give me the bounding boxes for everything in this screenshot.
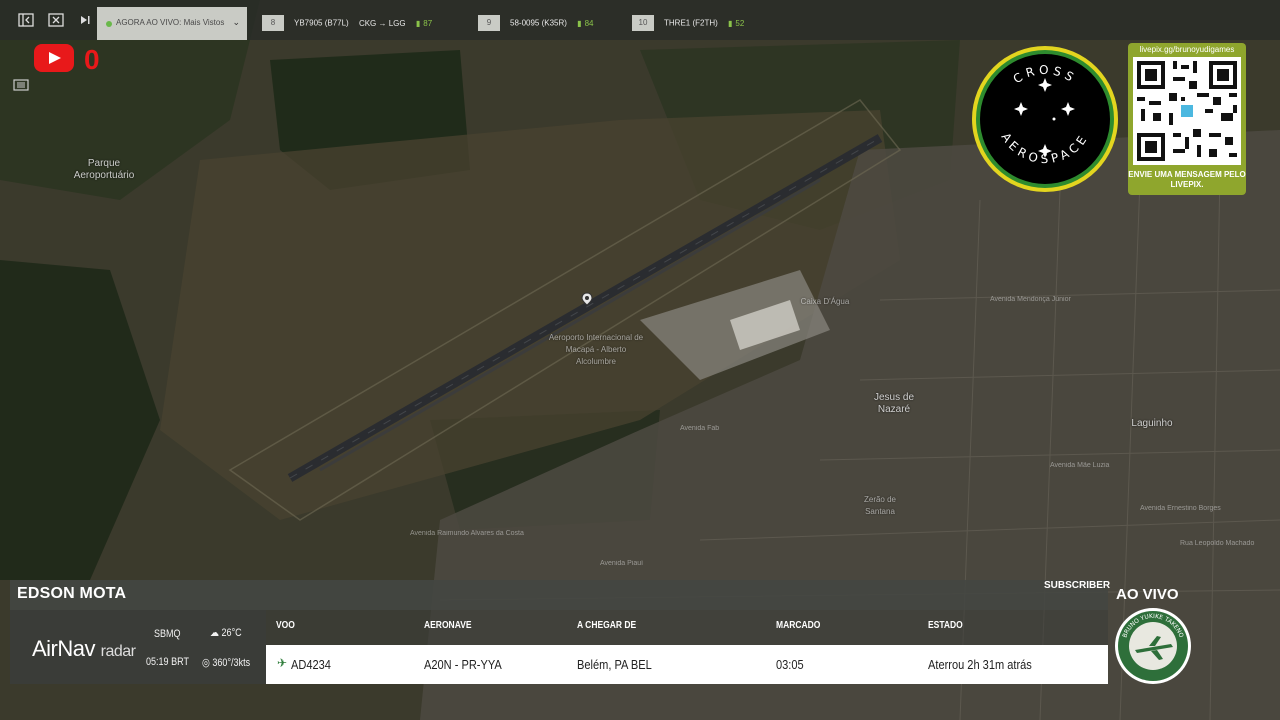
cross-aerospace-badge: CROSS AEROSPACE	[972, 46, 1118, 192]
youtube-count: 0	[84, 44, 100, 75]
flight-signal: 87	[423, 18, 433, 28]
wind: ◎ 360°/3kts	[202, 656, 250, 669]
flight-callsign: 58-0095 (K35R)	[510, 18, 567, 28]
subscriber-label: SUBSCRIBER	[1044, 580, 1111, 591]
flight-signal: 84	[584, 18, 594, 28]
wind-value: 360°/3kts	[212, 657, 251, 669]
map-label-caixa: Caixa D'Água	[800, 297, 850, 306]
cell-origem: Belém, PA BEL	[577, 657, 652, 672]
cloud-icon: ☁	[210, 627, 220, 639]
street-label: Avenida Fab	[680, 425, 720, 432]
flight-tab[interactable]: 8 YB7905 (B77L) CKG → LGG ▮ 87	[262, 15, 432, 31]
airnav-brand-sub: radar	[100, 643, 136, 660]
header-origem: A CHEGAR DE	[577, 620, 637, 631]
map-label-jesus: Jesus de Nazaré	[873, 392, 915, 415]
name-bar	[10, 580, 1108, 610]
sidebar-toggle-icon[interactable]	[18, 13, 34, 29]
street-label: Rua Leopoldo Machado	[1180, 540, 1255, 547]
map-label-park: Parque Aeroportuário	[73, 158, 135, 181]
map-pin-icon[interactable]	[581, 292, 593, 306]
livepix-qr-panel[interactable]: livepix.gg/brunoyudigames ENVIE UMA MENS…	[1128, 43, 1246, 195]
table-header: VOO AERONAVE A CHEGAR DE MARCADO ESTADO	[266, 613, 1108, 643]
header-aeronave: AERONAVE	[424, 620, 472, 631]
live-now-tab[interactable]: AGORA AO VIVO: Mais Vistos ⌄	[97, 7, 247, 40]
live-tab-label: AGORA AO VIVO: Mais Vistos	[116, 18, 225, 27]
flight-tab[interactable]: 10 THRE1 (F2TH) ▮ 52	[632, 15, 744, 31]
signal-icon: ▮	[728, 18, 733, 28]
header-marcado: MARCADO	[776, 620, 821, 631]
flight-tab[interactable]: 9 58-0095 (K35R) ▮ 84	[478, 15, 593, 31]
youtube-play-icon	[34, 44, 74, 72]
map-label-zerao: Zerão de Santana	[863, 495, 897, 516]
wind-icon: ◎	[202, 657, 210, 669]
cell-marcado: 03:05	[776, 657, 804, 672]
close-box-icon[interactable]	[48, 13, 64, 29]
street-label: Avenida Ernestino Borges	[1140, 505, 1221, 512]
street-label: Avenida Mendonça Júnior	[990, 296, 1071, 303]
local-time: 05:19 BRT	[146, 656, 189, 668]
airnav-brand: AirNav	[32, 636, 96, 661]
airport-code: SBMQ	[154, 628, 181, 640]
livepix-url: livepix.gg/brunoyudigames	[1139, 45, 1235, 54]
qr-code[interactable]	[1133, 57, 1241, 165]
signal-icon: ▮	[415, 18, 421, 28]
flight-route: CKG → LGG	[358, 18, 406, 28]
flight-signal: 52	[735, 18, 745, 28]
live-label: AO VIVO	[1116, 586, 1179, 603]
flight-rank: 10	[632, 15, 654, 31]
flight-callsign: YB7905 (B77L)	[294, 18, 349, 28]
stream-screen: Parque Aeroportuário Aeroporto Internaci…	[0, 0, 1280, 720]
cell-voo: AD4234	[291, 657, 331, 672]
signal-icon: ▮	[577, 18, 582, 28]
map-label-laguinho: Laguinho	[1131, 418, 1173, 429]
live-dot-icon	[106, 21, 112, 27]
list-icon[interactable]	[13, 78, 29, 95]
flight-rank: 8	[262, 15, 284, 31]
header-estado: ESTADO	[928, 620, 963, 631]
airline-icon: ✈	[277, 656, 288, 670]
chevron-down-icon[interactable]: ⌄	[232, 17, 240, 28]
airnav-logo: AirNav radar	[32, 636, 136, 662]
header-voo: VOO	[276, 620, 295, 631]
table-row[interactable]: ✈ AD4234 A20N - PR-YYA Belém, PA BEL 03:…	[266, 645, 1108, 684]
flight-rank: 9	[478, 15, 500, 31]
map-label-airport: Aeroporto Internacional de Macapá - Albe…	[548, 333, 644, 366]
street-label: Avenida Piauí	[600, 560, 644, 567]
cell-aeronave: A20N - PR-YYA	[424, 657, 502, 672]
supporter-name: EDSON MOTA	[17, 585, 127, 602]
top-bar: AGORA AO VIVO: Mais Vistos ⌄ 8 YB7905 (B7…	[0, 0, 1280, 40]
skip-forward-icon[interactable]	[77, 13, 93, 29]
temperature: ☁ 26°C	[210, 626, 242, 639]
cell-estado: Aterrou 2h 31m atrás	[928, 657, 1032, 672]
flight-callsign: THRE1 (F2TH)	[664, 18, 718, 28]
temperature-value: 26°C	[221, 627, 242, 639]
livepix-message: ENVIE UMA MENSAGEM PELO LIVEPIX.	[1128, 170, 1246, 189]
street-label: Avenida Raimundo Alvares da Costa	[410, 530, 524, 537]
channel-logo: BRUNO YUKIKE TAKENO	[1115, 608, 1191, 684]
street-label: Avenida Mãe Luzia	[1050, 462, 1110, 469]
